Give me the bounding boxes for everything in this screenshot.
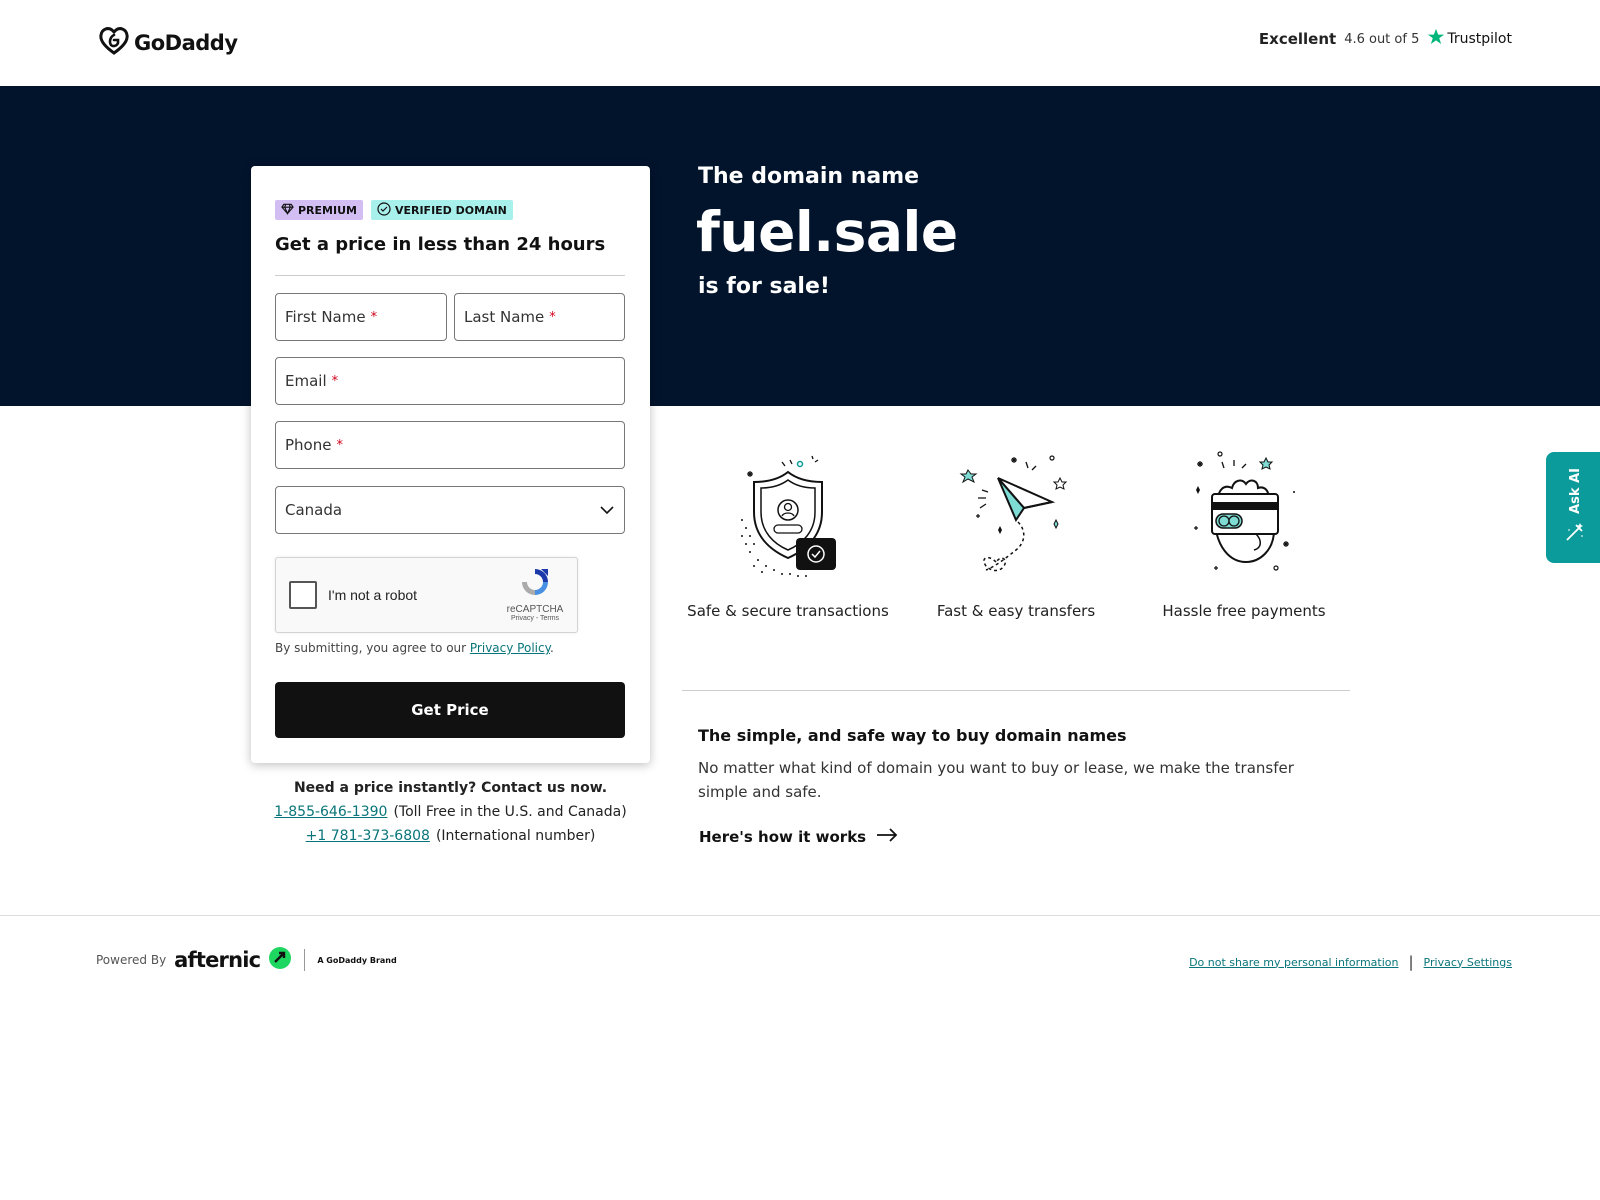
feature-fast-transfers: Fast & easy transfers bbox=[906, 450, 1126, 620]
form-title: Get a price in less than 24 hours bbox=[275, 234, 606, 255]
required-mark: * bbox=[336, 437, 343, 453]
afternic-mark-icon bbox=[268, 946, 292, 974]
recaptcha-widget: I'm not a robot reCAPTCHA Privacy - Term… bbox=[275, 557, 578, 633]
how-it-works-label: Here's how it works bbox=[699, 828, 867, 846]
magic-wand-icon bbox=[1564, 521, 1586, 547]
powered-by: Powered By afternic A GoDaddy Brand bbox=[96, 946, 397, 974]
godaddy-heart-icon bbox=[98, 26, 130, 60]
email-label: Email bbox=[285, 372, 327, 390]
footer-link-separator: | bbox=[1408, 953, 1414, 971]
phone-label: Phone bbox=[285, 436, 332, 454]
section-divider bbox=[682, 690, 1350, 691]
premium-badge-label: PREMIUM bbox=[298, 203, 357, 217]
price-request-form: PREMIUM VERIFIED DOMAIN Get a price in l… bbox=[251, 166, 650, 763]
agreement-prefix: By submitting, you agree to our bbox=[275, 641, 467, 655]
paper-plane-icon bbox=[956, 450, 1076, 580]
first-name-field[interactable]: First Name * bbox=[275, 293, 447, 341]
recaptcha-brand: reCAPTCHA Privacy - Terms bbox=[505, 566, 565, 622]
last-name-label: Last Name bbox=[464, 308, 545, 326]
required-mark: * bbox=[549, 309, 556, 325]
intl-note: (International number) bbox=[435, 828, 596, 844]
ask-ai-tab[interactable]: Ask AI bbox=[1546, 452, 1600, 563]
hero-pre-text: The domain name bbox=[698, 164, 920, 189]
first-name-label: First Name bbox=[285, 308, 366, 326]
tollfree-note: (Toll Free in the U.S. and Canada) bbox=[393, 804, 627, 820]
verified-badge: VERIFIED DOMAIN bbox=[370, 200, 513, 220]
recaptcha-label: I'm not a robot bbox=[328, 587, 418, 603]
chevron-down-icon bbox=[600, 501, 614, 519]
footer-links: Do not share my personal information | P… bbox=[1189, 953, 1512, 971]
info-title: The simple, and safe way to buy domain n… bbox=[698, 726, 1127, 745]
diamond-icon bbox=[281, 203, 294, 218]
intl-phone-link[interactable]: +1 781-373-6808 bbox=[306, 828, 430, 844]
contact-question: Need a price instantly? Contact us now. bbox=[293, 780, 608, 796]
form-divider bbox=[275, 275, 625, 276]
required-mark: * bbox=[331, 373, 339, 389]
recaptcha-links[interactable]: Privacy - Terms bbox=[505, 615, 565, 622]
credit-card-icon bbox=[1184, 450, 1304, 580]
info-body: No matter what kind of domain you want t… bbox=[698, 759, 1294, 801]
recaptcha-logo-icon bbox=[519, 569, 551, 602]
recaptcha-name: reCAPTCHA bbox=[506, 604, 564, 615]
hero-banner: The domain name fuel.sale is for sale! bbox=[0, 86, 1600, 406]
country-value: Canada bbox=[285, 501, 343, 519]
privacy-policy-link[interactable]: Privacy Policy bbox=[470, 641, 550, 655]
tollfree-phone-link[interactable]: 1-855-646-1390 bbox=[274, 804, 387, 820]
last-name-field[interactable]: Last Name * bbox=[454, 293, 625, 341]
agreement-text: By submitting, you agree to our Privacy … bbox=[275, 641, 554, 655]
domain-badges: PREMIUM VERIFIED DOMAIN bbox=[275, 200, 513, 220]
godaddy-logo[interactable]: GoDaddy bbox=[98, 26, 238, 60]
premium-badge: PREMIUM bbox=[275, 200, 363, 220]
trustpilot-star-icon bbox=[1427, 28, 1445, 50]
get-price-button[interactable]: Get Price bbox=[275, 682, 625, 738]
feature-label: Safe & secure transactions bbox=[687, 602, 889, 620]
footer-brand-separator bbox=[304, 949, 306, 971]
check-circle-icon bbox=[377, 201, 391, 219]
footer-divider bbox=[0, 915, 1600, 916]
phone-field[interactable]: Phone * bbox=[275, 421, 625, 469]
verified-badge-label: VERIFIED DOMAIN bbox=[394, 203, 507, 217]
afternic-logo[interactable]: afternic bbox=[174, 948, 261, 972]
feature-label: Fast & easy transfers bbox=[936, 602, 1096, 620]
privacy-settings-link[interactable]: Privacy Settings bbox=[1424, 956, 1512, 969]
trustpilot-name: Trustpilot bbox=[1447, 31, 1512, 47]
top-bar: GoDaddy Excellent 4.6 out of 5 Trustpilo… bbox=[0, 0, 1600, 86]
country-select[interactable]: Canada bbox=[275, 486, 625, 534]
godaddy-brand-note: A GoDaddy Brand bbox=[317, 955, 397, 965]
feature-hassle-free-payments: Hassle free payments bbox=[1134, 450, 1354, 620]
recaptcha-checkbox[interactable] bbox=[289, 581, 317, 609]
hero-domain-name: fuel.sale bbox=[696, 200, 958, 264]
brand-wordmark: GoDaddy bbox=[134, 31, 238, 55]
rating-score: 4.6 out of 5 bbox=[1344, 31, 1420, 47]
feature-label: Hassle free payments bbox=[1162, 602, 1326, 620]
hero-post-text: is for sale! bbox=[698, 274, 830, 299]
feature-safe-transactions: Safe & secure transactions bbox=[678, 450, 898, 620]
powered-by-label: Powered By bbox=[96, 953, 167, 967]
arrow-right-icon bbox=[876, 828, 898, 846]
required-mark: * bbox=[370, 309, 378, 325]
trustpilot-rating[interactable]: Excellent 4.6 out of 5 Trustpilot bbox=[1259, 28, 1512, 50]
contact-section: Need a price instantly? Contact us now. … bbox=[251, 780, 650, 852]
email-field[interactable]: Email * bbox=[275, 357, 625, 405]
do-not-share-link[interactable]: Do not share my personal information bbox=[1189, 956, 1398, 969]
agreement-suffix: . bbox=[549, 641, 554, 655]
tollfree-line: 1-855-646-1390 (Toll Free in the U.S. and… bbox=[251, 804, 650, 820]
intl-line: +1 781-373-6808 (International number) bbox=[251, 828, 650, 844]
rating-label: Excellent bbox=[1258, 30, 1337, 48]
how-it-works-link[interactable]: Here's how it works bbox=[699, 828, 898, 846]
shield-icon bbox=[728, 450, 848, 580]
ask-ai-label: Ask AI bbox=[1567, 467, 1583, 514]
